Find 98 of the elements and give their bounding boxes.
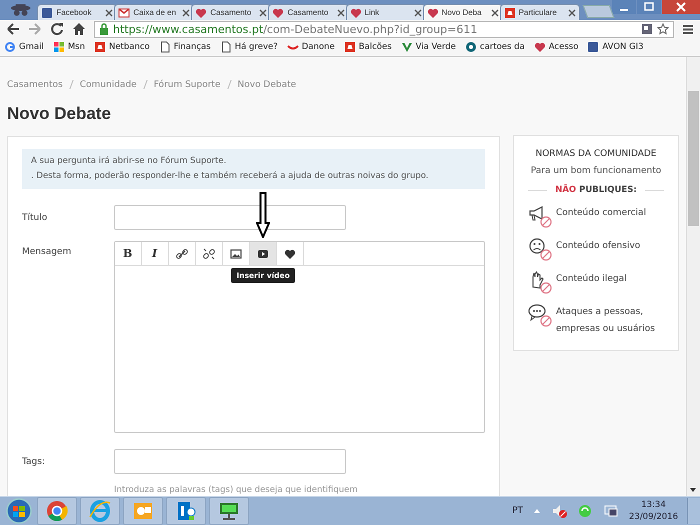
- breadcrumb-separator: [69, 80, 74, 89]
- taskbar-app[interactable]: [37, 497, 77, 525]
- address-bar[interactable]: https://www.casamentos.pt/com-DebateNuevo.php?id_group=611: [94, 20, 674, 38]
- star-icon[interactable]: [657, 23, 669, 35]
- close-button[interactable]: [662, 0, 700, 14]
- heart-icon: [272, 6, 284, 18]
- heart-icon: [195, 6, 208, 18]
- scrollbar-thumb[interactable]: [688, 91, 699, 226]
- speech-icon: [528, 303, 552, 327]
- bookmark[interactable]: Gmail: [4, 41, 44, 53]
- browser-tab[interactable]: Casamento: [191, 4, 272, 20]
- restore-button[interactable]: [637, 0, 661, 14]
- video-button[interactable]: [250, 242, 277, 265]
- browser-e-icon: [88, 499, 112, 523]
- scrollbar[interactable]: [686, 57, 700, 496]
- bag-icon: [344, 41, 356, 53]
- rule-text: Conteúdo ofensivo: [556, 240, 640, 253]
- bookmark[interactable]: Balcões: [344, 41, 392, 53]
- bookmark[interactable]: Acesso: [534, 41, 578, 53]
- reload-icon[interactable]: [50, 22, 64, 36]
- circle-icon: [464, 41, 477, 53]
- sad-face-icon: [528, 237, 552, 261]
- minimize-button[interactable]: [612, 0, 636, 14]
- rules-subheading: Para um bom funcionamento: [530, 166, 662, 176]
- close-icon[interactable]: [336, 8, 344, 16]
- envelope-icon: [118, 6, 130, 18]
- heart-icon: [534, 41, 546, 53]
- tags-input[interactable]: [114, 449, 346, 474]
- url-text: https://www.casamentos.pt/com-DebateNuevo.php?id_group=611: [113, 22, 478, 36]
- translate-icon[interactable]: [641, 23, 653, 35]
- menu-icon[interactable]: [682, 23, 694, 35]
- circle-logo-icon: [45, 499, 69, 523]
- heart-icon: [350, 6, 362, 18]
- down-arrow: [256, 192, 270, 238]
- speaker-muted-icon[interactable]: [551, 503, 567, 519]
- lock-icon: [99, 23, 109, 35]
- rule-text: Conteúdo comercial: [556, 206, 646, 220]
- close-icon[interactable]: [182, 8, 190, 16]
- back-icon[interactable]: [6, 22, 20, 36]
- bookmark[interactable]: Finanças: [158, 41, 211, 53]
- bookmark[interactable]: Danone: [286, 41, 335, 53]
- warning-text: NÃO PUBLIQUES:: [547, 185, 645, 195]
- browser-tab[interactable]: Caixa de en: [114, 4, 194, 20]
- bookmark[interactable]: Via Verde: [400, 41, 456, 53]
- rule-text: Conteúdo ilegal: [556, 272, 627, 286]
- image-icon: [230, 248, 242, 260]
- bookmark[interactable]: Há greve?: [220, 41, 278, 53]
- close-icon[interactable]: [259, 8, 268, 16]
- bookmark[interactable]: Msn: [52, 41, 85, 53]
- square-icon: [41, 6, 54, 18]
- taskbar-app[interactable]: [209, 497, 249, 525]
- bold-button[interactable]: B: [114, 242, 142, 265]
- hint-text: Introduza as palavras (tags) que deseja que identifiquem: [114, 485, 359, 495]
- video-icon: [256, 248, 269, 260]
- clock[interactable]: 13:34 23/09/2016: [629, 499, 678, 523]
- home-icon[interactable]: [72, 22, 86, 36]
- browser-tab[interactable]: Facebook: [37, 4, 118, 20]
- square-icon: [587, 41, 600, 53]
- page-icon: [220, 41, 232, 53]
- language-indicator[interactable]: PT: [512, 506, 523, 516]
- close-icon[interactable]: [105, 8, 114, 16]
- notice-text: A sua pergunta irá abrir-se no Fórum Suporte.: [31, 155, 228, 168]
- bag-icon: [504, 6, 516, 18]
- page-icon: [158, 41, 171, 53]
- link-icon: [176, 248, 188, 260]
- bookmark[interactable]: AVON GI3: [587, 41, 644, 53]
- field-label: Título: [22, 212, 48, 222]
- heart-icon: [426, 6, 439, 18]
- browser-tab[interactable]: Particulare: [500, 4, 580, 20]
- page-title: Novo Debate: [7, 104, 112, 124]
- grid-icon: [52, 41, 65, 53]
- unlink-icon: [202, 248, 215, 260]
- incognito-icon: [8, 2, 34, 18]
- rule-text: Ataques a pessoas, empresas ou usuários: [556, 306, 656, 336]
- start-button[interactable]: [4, 497, 34, 525]
- notice-text: . Desta forma, poderão responder-lhe e também receberá a ajuda de outras noivas do grupo.: [31, 170, 430, 183]
- browser-tab[interactable]: Link: [346, 4, 426, 20]
- bag-icon: [94, 41, 106, 53]
- title-input[interactable]: [114, 205, 346, 230]
- bookmark[interactable]: cartoes da: [464, 41, 525, 53]
- rules-heading: NORMAS DA COMUNIDADE: [534, 149, 658, 159]
- heart-icon: [284, 248, 296, 260]
- taskbar-app[interactable]: [166, 497, 206, 525]
- bookmark[interactable]: Netbanco: [94, 41, 150, 53]
- megaphone-icon: [528, 204, 552, 228]
- browser-tab[interactable]: Novo Deba: [422, 4, 503, 20]
- check-icon: [400, 41, 413, 53]
- network-icon[interactable]: [603, 503, 619, 519]
- close-icon[interactable]: [414, 8, 422, 16]
- close-icon[interactable]: [568, 8, 576, 16]
- breadcrumb-separator: [226, 80, 232, 89]
- close-icon[interactable]: [490, 8, 499, 16]
- browser-tab[interactable]: Casamento: [268, 4, 348, 20]
- field-label: Tags:: [22, 456, 46, 466]
- ring-icon: [4, 41, 16, 53]
- field-label: Mensagem: [22, 247, 72, 257]
- scroll-down-arrow[interactable]: [689, 487, 697, 493]
- breadcrumb-separator: [143, 80, 148, 89]
